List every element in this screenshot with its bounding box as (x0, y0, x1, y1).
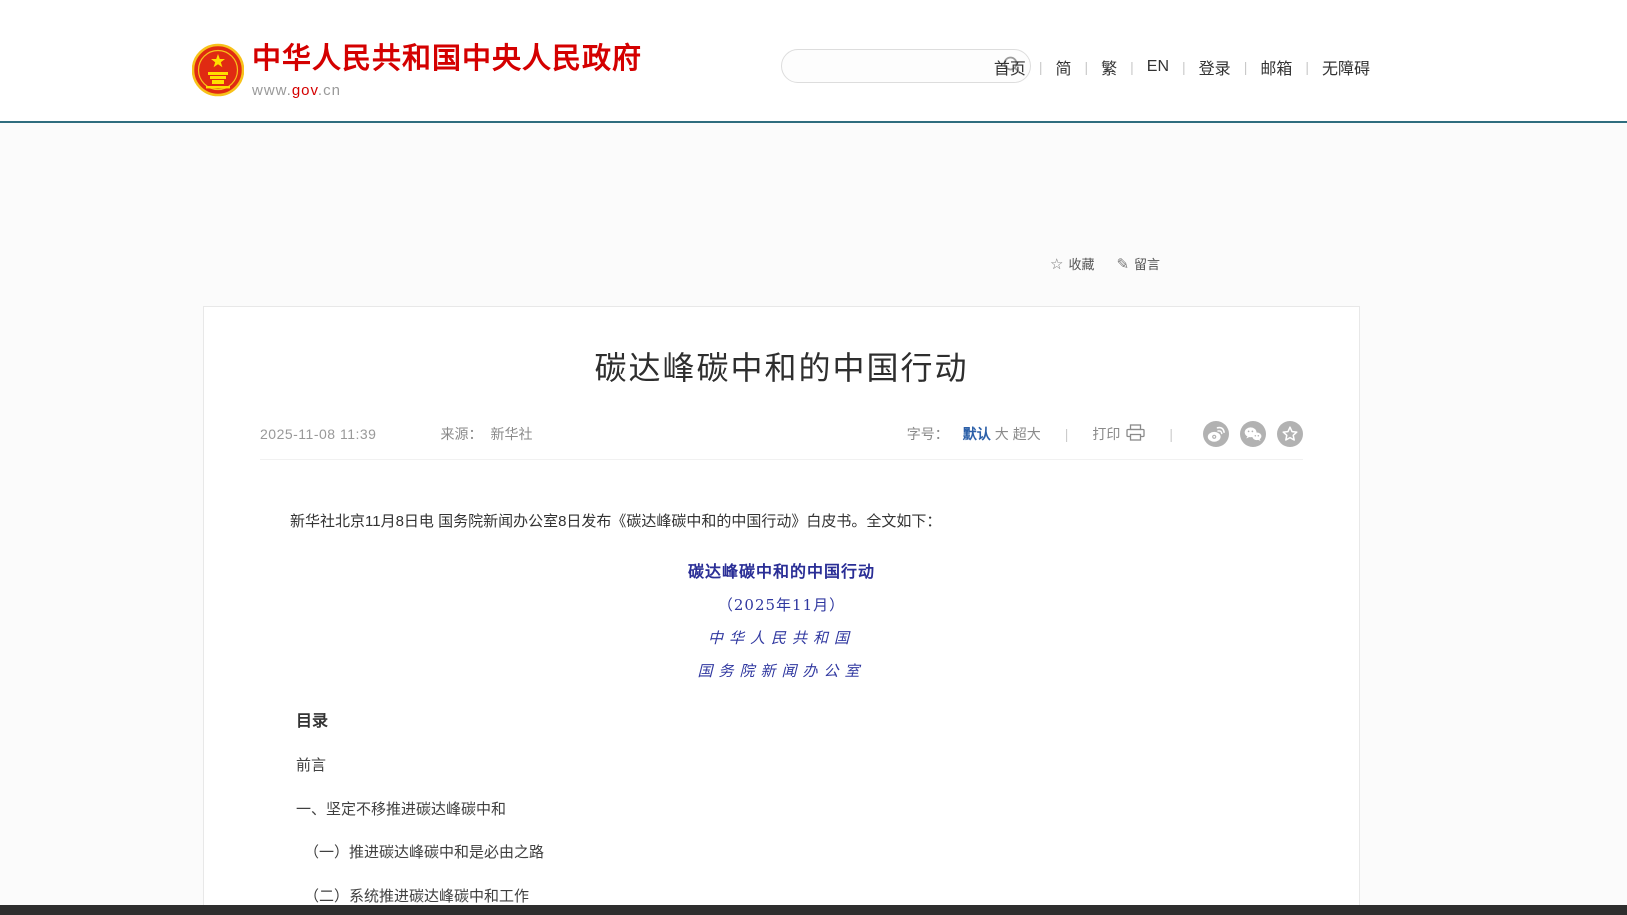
site-url: www.gov.cn (252, 82, 642, 99)
message-label: 留言 (1134, 254, 1160, 273)
nav-separator: | (1130, 59, 1134, 75)
toc-item: （二）系统推进碳达峰碳中和工作 (296, 889, 1303, 906)
toc-list: 前言一、坚定不移推进碳达峰碳中和 （一）推进碳达峰碳中和是必由之路 （二）系统推进碳… (296, 758, 1303, 915)
page-actions: ☆ 收藏 ✎ 留言 (1050, 254, 1160, 273)
nav-link-1[interactable]: 首页 (994, 55, 1026, 79)
document-date: （2025年11月） (260, 594, 1303, 615)
font-size-option[interactable]: 超大 (1013, 424, 1041, 444)
printer-icon (1126, 424, 1145, 444)
nav-separator: | (1182, 59, 1186, 75)
toc-item: 前言 (296, 758, 1303, 775)
meta-separator: | (1169, 426, 1173, 442)
source-label: 来源： (440, 424, 482, 444)
publish-datetime: 2025-11-08 11:39 (260, 426, 376, 442)
lead-paragraph: 新华社北京11月8日电 国务院新闻办公室8日发布《碳达峰碳中和的中国行动》白皮书… (260, 510, 1303, 534)
site-identity: 中华人民共和国中央人民政府 www.gov.cn (252, 44, 642, 99)
font-size-option[interactable]: 大 (995, 424, 1009, 444)
site-url-suffix: .cn (318, 82, 341, 99)
font-size-label: 字号： (907, 424, 949, 444)
print-label: 打印 (1092, 424, 1120, 444)
share-icons (1203, 421, 1303, 447)
article-card: 碳达峰碳中和的中国行动 2025-11-08 11:39 来源： 新华社 字号：… (203, 306, 1360, 915)
document-issuer-line1: 中华人民共和国 (260, 627, 1303, 648)
weibo-icon[interactable] (1203, 421, 1229, 447)
search-input[interactable] (782, 50, 994, 82)
nav-separator: | (1305, 59, 1309, 75)
star-outline-icon: ☆ (1050, 255, 1063, 273)
site-header: 中华人民共和国中央人民政府 www.gov.cn 首页 | 简 | 繁 | EN | 登录 | 邮箱… (0, 0, 1627, 121)
nav-link-3[interactable]: 繁 (1101, 55, 1117, 79)
article-title: 碳达峰碳中和的中国行动 (260, 343, 1303, 389)
star-share-icon[interactable] (1277, 421, 1303, 447)
print-button[interactable]: 打印 (1092, 424, 1145, 444)
font-size-options: 默认大超大 (959, 424, 1041, 444)
main-nav: 首页 | 简 | 繁 | EN | 登录 | 邮箱 | 无障碍 (994, 55, 1370, 79)
site-title: 中华人民共和国中央人民政府 (252, 44, 642, 76)
meta-right: 字号： 默认大超大 | 打印 | (907, 421, 1303, 447)
national-emblem-logo (192, 42, 244, 98)
nav-separator: | (1085, 59, 1089, 75)
nav-link-6[interactable]: 邮箱 (1260, 55, 1292, 79)
document-title: 碳达峰碳中和的中国行动 (260, 558, 1303, 582)
nav-link-4[interactable]: EN (1147, 58, 1169, 76)
page-background: ☆ 收藏 ✎ 留言 碳达峰碳中和的中国行动 2025-11-08 11:39 来… (0, 123, 1627, 915)
bottom-edge-bar (0, 905, 1627, 915)
meta-separator: | (1065, 426, 1069, 442)
article-meta-row: 2025-11-08 11:39 来源： 新华社 字号： 默认大超大 | 打印 (260, 421, 1303, 447)
document-issuer-line2: 国务院新闻办公室 (260, 660, 1303, 681)
document-heading: 碳达峰碳中和的中国行动 （2025年11月） 中华人民共和国 国务院新闻办公室 (260, 558, 1303, 681)
toc-heading: 目录 (296, 707, 1303, 731)
page: 中华人民共和国中央人民政府 www.gov.cn 首页 | 简 | 繁 | EN | 登录 | 邮箱… (0, 0, 1627, 915)
nav-link-2[interactable]: 简 (1055, 55, 1071, 79)
nav-separator: | (1244, 59, 1248, 75)
favorite-label: 收藏 (1068, 254, 1094, 273)
meta-divider (260, 459, 1303, 460)
message-button[interactable]: ✎ 留言 (1116, 254, 1160, 273)
pencil-icon: ✎ (1116, 255, 1129, 273)
nav-separator: | (1039, 59, 1043, 75)
nav-link-7[interactable]: 无障碍 (1322, 55, 1370, 79)
site-url-gov: gov (292, 82, 318, 99)
nav-link-5[interactable]: 登录 (1199, 55, 1231, 79)
favorite-button[interactable]: ☆ 收藏 (1050, 254, 1094, 273)
wechat-icon[interactable] (1240, 421, 1266, 447)
site-url-prefix: www. (252, 82, 292, 99)
font-size-option[interactable]: 默认 (963, 424, 991, 444)
toc-item: 一、坚定不移推进碳达峰碳中和 (296, 802, 1303, 819)
meta-left: 2025-11-08 11:39 来源： 新华社 (260, 424, 532, 444)
toc-item: （一）推进碳达峰碳中和是必由之路 (296, 845, 1303, 862)
source-name: 新华社 (490, 424, 532, 444)
